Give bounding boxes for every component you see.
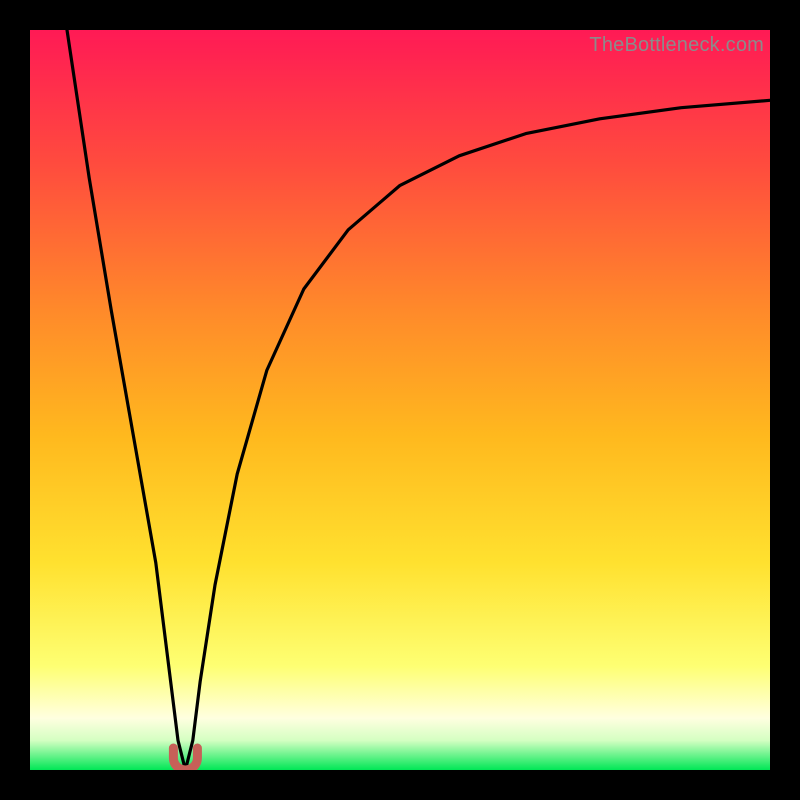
gradient-background: [30, 30, 770, 770]
chart-frame: TheBottleneck.com: [30, 30, 770, 770]
watermark-text: TheBottleneck.com: [589, 34, 764, 57]
bottleneck-chart: [30, 30, 770, 770]
